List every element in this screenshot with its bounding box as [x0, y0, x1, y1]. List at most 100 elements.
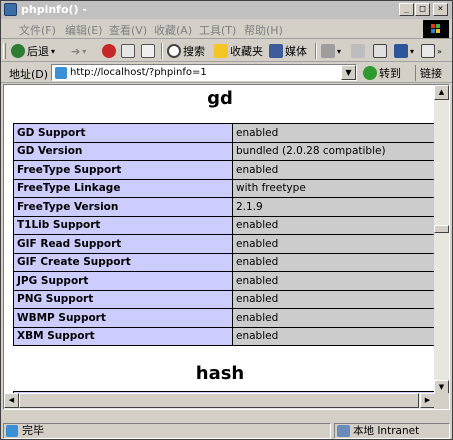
status-text-panel: 完毕: [3, 423, 331, 439]
table-row: FreeType Support enabled: [13, 160, 436, 180]
setting-value-cell: bundled (2.0.28 compatible): [232, 141, 436, 161]
table-row: T1Lib Support enabled: [13, 215, 436, 235]
toolbar-separator: [315, 43, 317, 59]
edit-word-button[interactable]: ▾: [394, 43, 414, 59]
favorites-star-icon: [214, 44, 228, 58]
setting-name-cell: FreeType Support: [13, 160, 233, 180]
stop-icon: [102, 44, 116, 58]
status-bar: 完毕 本地 Intranet: [1, 421, 452, 440]
home-icon: [141, 44, 155, 58]
setting-name-cell: FreeType Linkage: [13, 178, 233, 198]
setting-name-cell: PNG Support: [13, 289, 233, 309]
toolbar-grip[interactable]: [3, 43, 6, 59]
forward-button[interactable]: ➔ ▾: [71, 43, 86, 59]
table-row: GIF Create Support enabled: [13, 252, 436, 272]
setting-value-cell: enabled: [232, 271, 436, 291]
setting-name-cell: GD Version: [13, 141, 233, 161]
menu-tools[interactable]: 工具(T): [199, 22, 236, 38]
search-icon: [167, 44, 181, 58]
chevron-down-icon: ▾: [51, 46, 56, 56]
address-bar: 地址(D) ▼ 转到 链接: [1, 63, 452, 83]
setting-name-cell: XBM Support: [13, 326, 233, 346]
word-icon: [394, 44, 408, 58]
favorites-label: 收藏夹: [230, 45, 263, 58]
menu-help[interactable]: 帮助(H): [244, 22, 283, 38]
scroll-right-button[interactable]: ▶: [420, 393, 435, 408]
intranet-zone-icon: [337, 425, 350, 437]
page-viewport: gd GD Support enabled GD Version bundled (2…: [3, 84, 450, 410]
address-field[interactable]: ▼: [51, 64, 357, 81]
home-button[interactable]: [141, 43, 155, 59]
chevron-down-icon: ▾: [82, 46, 87, 56]
discuss-button[interactable]: »: [421, 43, 442, 59]
setting-value-cell: 2.1.9: [232, 197, 436, 217]
discuss-icon: [421, 44, 435, 58]
setting-value-cell: enabled: [232, 123, 436, 143]
horizontal-scroll-thumb[interactable]: [19, 393, 419, 408]
browser-window: phpinfo() - _ □ × 文件(F) 编辑(E) 查看(V) 收藏(A…: [0, 0, 453, 440]
setting-value-cell: enabled: [232, 252, 436, 272]
menu-favorites[interactable]: 收藏(A): [154, 22, 192, 38]
media-button[interactable]: 媒体: [269, 43, 307, 59]
search-label: 搜索: [183, 45, 205, 58]
go-button[interactable]: 转到: [363, 65, 401, 81]
menu-view[interactable]: 查看(V): [109, 22, 147, 38]
media-icon: [269, 44, 283, 58]
menu-edit[interactable]: 编辑(E): [65, 22, 103, 38]
history-button[interactable]: ▾: [321, 43, 341, 59]
table-row: GD Version bundled (2.0.28 compatible): [13, 141, 436, 161]
setting-name-cell: GIF Read Support: [13, 234, 233, 254]
security-zone-panel: 本地 Intranet: [334, 423, 450, 439]
chevron-down-icon: ▾: [410, 46, 415, 56]
minimize-button[interactable]: _: [399, 3, 414, 16]
setting-name-cell: FreeType Version: [13, 197, 233, 217]
stop-button[interactable]: [102, 43, 116, 59]
gd-table: GD Support enabled GD Version bundled (2.0.…: [13, 123, 436, 346]
page-icon: [55, 67, 67, 79]
window-title: phpinfo() -: [21, 3, 87, 16]
refresh-button[interactable]: [121, 43, 135, 59]
vertical-scroll-thumb[interactable]: [434, 225, 449, 233]
setting-value-cell: enabled: [232, 308, 436, 328]
mail-button[interactable]: [351, 43, 365, 59]
status-text: 完毕: [22, 424, 44, 437]
menu-file[interactable]: 文件(F): [19, 22, 56, 38]
scrollbar-corner: [434, 393, 449, 409]
toolbar-separator: [161, 43, 163, 59]
table-row: PNG Support enabled: [13, 289, 436, 309]
go-label: 转到: [379, 67, 401, 80]
links-button[interactable]: 链接: [415, 65, 442, 81]
table-row: JPG Support enabled: [13, 271, 436, 291]
page-done-icon: [6, 425, 18, 437]
windows-logo-icon: [423, 20, 449, 38]
go-arrow-icon: [363, 66, 377, 80]
table-row: GD Support enabled: [13, 123, 436, 143]
scroll-up-button[interactable]: ▲: [434, 85, 449, 100]
address-dropdown-button[interactable]: ▼: [341, 65, 356, 80]
maximize-button[interactable]: □: [415, 3, 430, 16]
ie-icon: [4, 3, 17, 16]
chevron-down-icon: ▾: [337, 46, 342, 56]
table-row: WBMP Support enabled: [13, 308, 436, 328]
scroll-left-button[interactable]: ◀: [4, 393, 19, 408]
print-button[interactable]: [373, 43, 387, 59]
address-input[interactable]: [70, 66, 338, 79]
setting-name-cell: T1Lib Support: [13, 215, 233, 235]
horizontal-scrollbar[interactable]: ◀ ▶: [4, 393, 436, 409]
title-bar: phpinfo() - _ □ ×: [1, 1, 452, 19]
close-button[interactable]: ×: [433, 3, 448, 16]
table-row: FreeType Linkage with freetype: [13, 178, 436, 198]
zone-text: 本地 Intranet: [353, 425, 420, 437]
menu-bar: 文件(F) 编辑(E) 查看(V) 收藏(A) 工具(T) 帮助(H): [1, 19, 452, 39]
history-icon: [321, 44, 335, 58]
chevron-right-icon: »: [437, 46, 442, 56]
setting-value-cell: enabled: [232, 326, 436, 346]
forward-arrow-icon: ➔: [71, 44, 81, 58]
back-button[interactable]: 后退 ▾: [11, 43, 55, 59]
standard-toolbar: 后退 ▾ ➔ ▾ 搜索 收藏夹 媒体 ▾ ▾ »: [1, 40, 452, 62]
vertical-scrollbar[interactable]: ▲ ▼: [434, 85, 449, 395]
table-row: XBM Support enabled: [13, 326, 436, 346]
search-button[interactable]: 搜索: [167, 43, 205, 59]
gd-heading: gd: [207, 88, 233, 109]
favorites-button[interactable]: 收藏夹: [214, 43, 263, 59]
